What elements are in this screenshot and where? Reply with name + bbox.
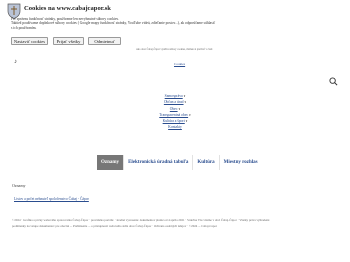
music-note-icon[interactable]: ♪ xyxy=(14,59,17,65)
main-menu: Samospráva▾ Občan a úrad▾ Obec▾ Transpar… xyxy=(140,93,210,131)
menu-item-label: Samospráva xyxy=(164,94,183,98)
notices-label: Oznamy xyxy=(12,183,26,188)
chevron-down-icon: ▾ xyxy=(189,112,191,117)
cookie-reject-button[interactable]: Odmietnuť xyxy=(88,37,121,45)
cookie-hint-text: Ako obec Čabaj-Čápor využíva súbory cook… xyxy=(136,48,213,51)
menu-item-label: Kontakty xyxy=(168,125,182,130)
cookie-text-line: Taktiež používame doplnkové súbory cooki… xyxy=(11,21,216,26)
menu-item-kontakty[interactable]: Kontakty xyxy=(140,124,210,130)
tab-elektronicka-uradna-tabula[interactable]: Elektronická úradná tabuľa xyxy=(123,155,192,170)
footer-line: podmienky na vstupe dokumentov pre obecn… xyxy=(12,224,218,229)
cookies-link[interactable]: Cookies xyxy=(174,62,185,66)
cookie-banner-text: Pre správnu funkčnosť stránky, používame… xyxy=(11,17,251,30)
tab-miestny-rozhlas[interactable]: Miestny rozhlas xyxy=(218,155,262,170)
search-icon[interactable] xyxy=(329,77,338,86)
chevron-down-icon: ▾ xyxy=(185,119,188,124)
menu-item-label: Kultúra a šport xyxy=(162,119,185,124)
chevron-down-icon: ▾ xyxy=(184,100,187,105)
footer: ©2024 · Grafika a prvky webového spracov… xyxy=(12,217,342,230)
cookie-settings-button[interactable]: Nastaviť cookies xyxy=(11,37,48,45)
cookie-banner-title: Cookies na www.cabajcapor.sk xyxy=(24,5,111,12)
tab-oznamy[interactable]: Oznamy xyxy=(97,155,124,170)
menu-item-label: Transparentná obec xyxy=(159,112,189,117)
menu-item-label: Občan a úrad xyxy=(163,100,184,105)
chevron-down-icon: ▾ xyxy=(178,106,181,111)
menu-item-label: Obec xyxy=(169,106,178,111)
cookie-banner: Cookies na www.cabajcapor.sk Pre správnu… xyxy=(0,0,350,46)
notice-link[interactable]: Listov a počet nehnuteľ spoločenstvo Čab… xyxy=(14,197,89,201)
tab-kultura[interactable]: Kultúra xyxy=(192,155,218,170)
cookie-accept-all-button[interactable]: Prijať všetky xyxy=(53,37,84,45)
cookie-text-line: s ich používaním. xyxy=(11,25,37,30)
content-tabs: Oznamy Elektronická úradná tabuľa Kultúr… xyxy=(97,155,262,170)
